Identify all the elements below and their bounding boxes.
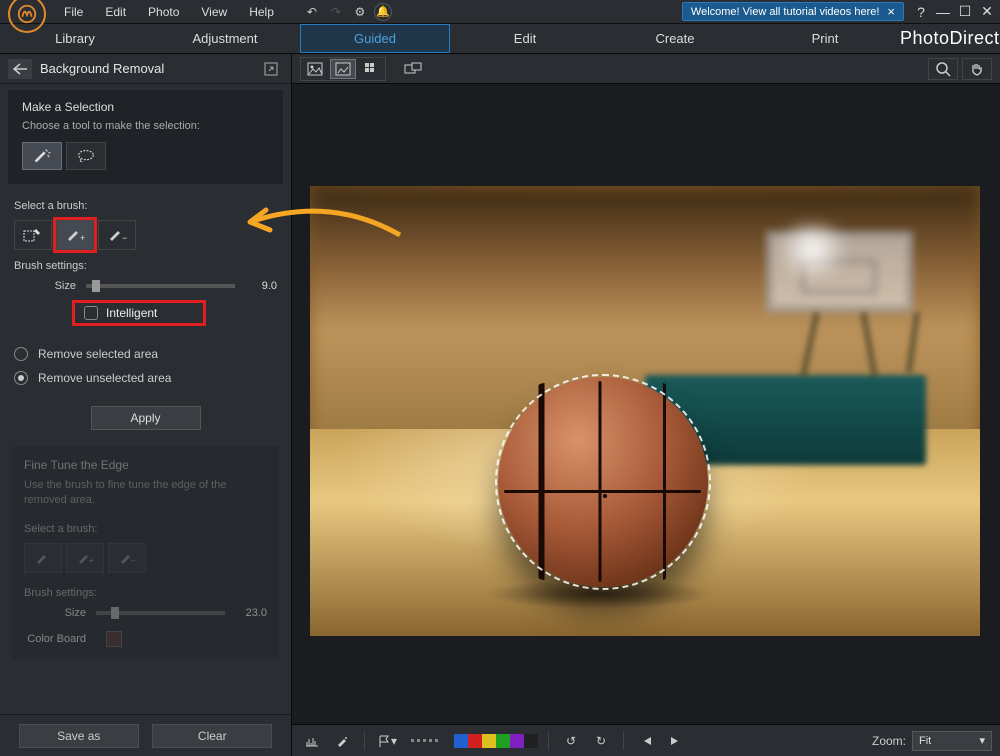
svg-text:+: + — [89, 556, 94, 565]
rotate-ccw-icon[interactable]: ↺ — [559, 731, 583, 751]
ft-brush-3: − — [108, 543, 146, 573]
histogram-icon[interactable] — [300, 731, 324, 751]
size-slider[interactable] — [86, 284, 235, 288]
prev-icon[interactable] — [634, 731, 658, 751]
basketball-selection — [498, 377, 708, 587]
tab-edit[interactable]: Edit — [450, 24, 600, 53]
banner-text: Welcome! View all tutorial videos here! — [691, 6, 880, 18]
intelligent-checkbox[interactable] — [84, 306, 98, 320]
make-selection-heading: Make a Selection — [22, 100, 269, 114]
palette-swatch[interactable] — [468, 734, 482, 748]
ft-size-slider — [96, 611, 225, 615]
size-value: 9.0 — [245, 280, 277, 292]
undo-button[interactable]: ↶ — [302, 2, 322, 22]
close-button[interactable]: ✕ — [978, 3, 996, 21]
apply-button[interactable]: Apply — [91, 406, 201, 430]
brush-subtract-selection[interactable]: − — [98, 220, 136, 250]
viewport: ▾ ↺ ↻ Zoom: F — [292, 54, 1000, 756]
palette-swatch[interactable] — [482, 734, 496, 748]
menubar: File Edit Photo View Help ↶ ↷ ⚙ 🔔 Welcom… — [0, 0, 1000, 24]
palette-swatch[interactable] — [524, 734, 538, 748]
redo-button[interactable]: ↷ — [326, 2, 346, 22]
next-icon[interactable] — [664, 731, 688, 751]
brush-settings-label: Brush settings: — [14, 260, 277, 272]
svg-text:−: − — [122, 233, 127, 243]
svg-text:−: − — [131, 556, 136, 565]
size-label: Size — [14, 280, 86, 292]
ft-size-label: Size — [24, 607, 96, 619]
panel-title: Background Removal — [40, 61, 259, 76]
remove-selected-label: Remove selected area — [38, 347, 158, 361]
ft-select-brush-label: Select a brush: — [24, 523, 267, 535]
pan-tool-icon[interactable] — [962, 58, 992, 80]
fine-tune-section: Fine Tune the Edge Use the brush to fine… — [12, 446, 279, 659]
main-tabs: Library Adjustment Guided Edit Create Pr… — [0, 24, 1000, 54]
rotate-cw-icon[interactable]: ↻ — [589, 731, 613, 751]
zoom-select[interactable]: Fit ▾ — [912, 731, 992, 751]
svg-text:+: + — [80, 233, 85, 243]
remove-unselected-label: Remove unselected area — [38, 371, 171, 385]
clear-button[interactable]: Clear — [152, 724, 272, 748]
view-grid-icon[interactable] — [358, 59, 384, 79]
fine-tune-heading: Fine Tune the Edge — [24, 458, 267, 472]
color-palette — [454, 734, 538, 748]
ft-brush-settings-label: Brush settings: — [24, 587, 267, 599]
chevron-down-icon: ▾ — [979, 734, 985, 747]
menu-photo[interactable]: Photo — [138, 2, 189, 22]
palette-swatch[interactable] — [510, 734, 524, 748]
back-button[interactable] — [8, 59, 32, 79]
brand-label: PhotoDirector — [900, 24, 1000, 53]
flag-icon[interactable]: ▾ — [375, 731, 399, 751]
lasso-tool[interactable] — [66, 142, 106, 170]
photo-preview — [310, 186, 980, 636]
tab-guided[interactable]: Guided — [300, 24, 450, 53]
zoom-label: Zoom: — [872, 734, 906, 748]
color-board-label: Color Board — [24, 633, 96, 645]
tab-print[interactable]: Print — [750, 24, 900, 53]
canvas[interactable] — [292, 84, 1000, 724]
view-single-icon[interactable] — [302, 59, 328, 79]
help-button[interactable]: ? — [912, 3, 930, 21]
settings-icon[interactable]: ⚙ — [350, 2, 370, 22]
zoom-value: Fit — [919, 735, 931, 747]
minimize-button[interactable]: — — [934, 3, 952, 21]
brush-tool-icon[interactable] — [330, 731, 354, 751]
bottom-toolbar: ▾ ↺ ↻ Zoom: F — [292, 724, 1000, 756]
notification-icon[interactable]: 🔔 — [374, 3, 392, 21]
brush-add-selection[interactable]: + — [56, 220, 94, 250]
choose-tool-label: Choose a tool to make the selection: — [22, 120, 269, 132]
menu-edit[interactable]: Edit — [95, 2, 136, 22]
ft-brush-1 — [24, 543, 62, 573]
ft-size-value: 23.0 — [235, 607, 267, 619]
tab-create[interactable]: Create — [600, 24, 750, 53]
color-board-swatch — [106, 631, 122, 647]
palette-swatch[interactable] — [496, 734, 510, 748]
save-as-button[interactable]: Save as — [19, 724, 139, 748]
secondary-monitor-icon[interactable] — [400, 59, 426, 79]
fine-tune-description: Use the brush to fine tune the edge of t… — [24, 478, 267, 509]
menu-file[interactable]: File — [54, 2, 93, 22]
left-panel: Background Removal Make a Selection Choo… — [0, 54, 292, 756]
remove-unselected-radio[interactable] — [14, 371, 28, 385]
ft-brush-2: + — [66, 543, 104, 573]
brush-new-selection[interactable] — [14, 220, 52, 250]
tutorial-banner[interactable]: Welcome! View all tutorial videos here! … — [682, 2, 904, 21]
zoom-tool-icon[interactable] — [928, 58, 958, 80]
maximize-button[interactable]: ☐ — [956, 3, 974, 21]
tab-adjustment[interactable]: Adjustment — [150, 24, 300, 53]
intelligent-label: Intelligent — [106, 306, 157, 320]
select-brush-label: Select a brush: — [14, 200, 277, 212]
menu-help[interactable]: Help — [239, 2, 284, 22]
remove-selected-radio[interactable] — [14, 347, 28, 361]
palette-swatch[interactable] — [454, 734, 468, 748]
panel-expand-icon[interactable] — [259, 59, 283, 79]
smart-brush-tool[interactable] — [22, 142, 62, 170]
menu-view[interactable]: View — [191, 2, 237, 22]
banner-close-icon[interactable]: × — [887, 4, 895, 19]
view-compare-icon[interactable] — [330, 59, 356, 79]
